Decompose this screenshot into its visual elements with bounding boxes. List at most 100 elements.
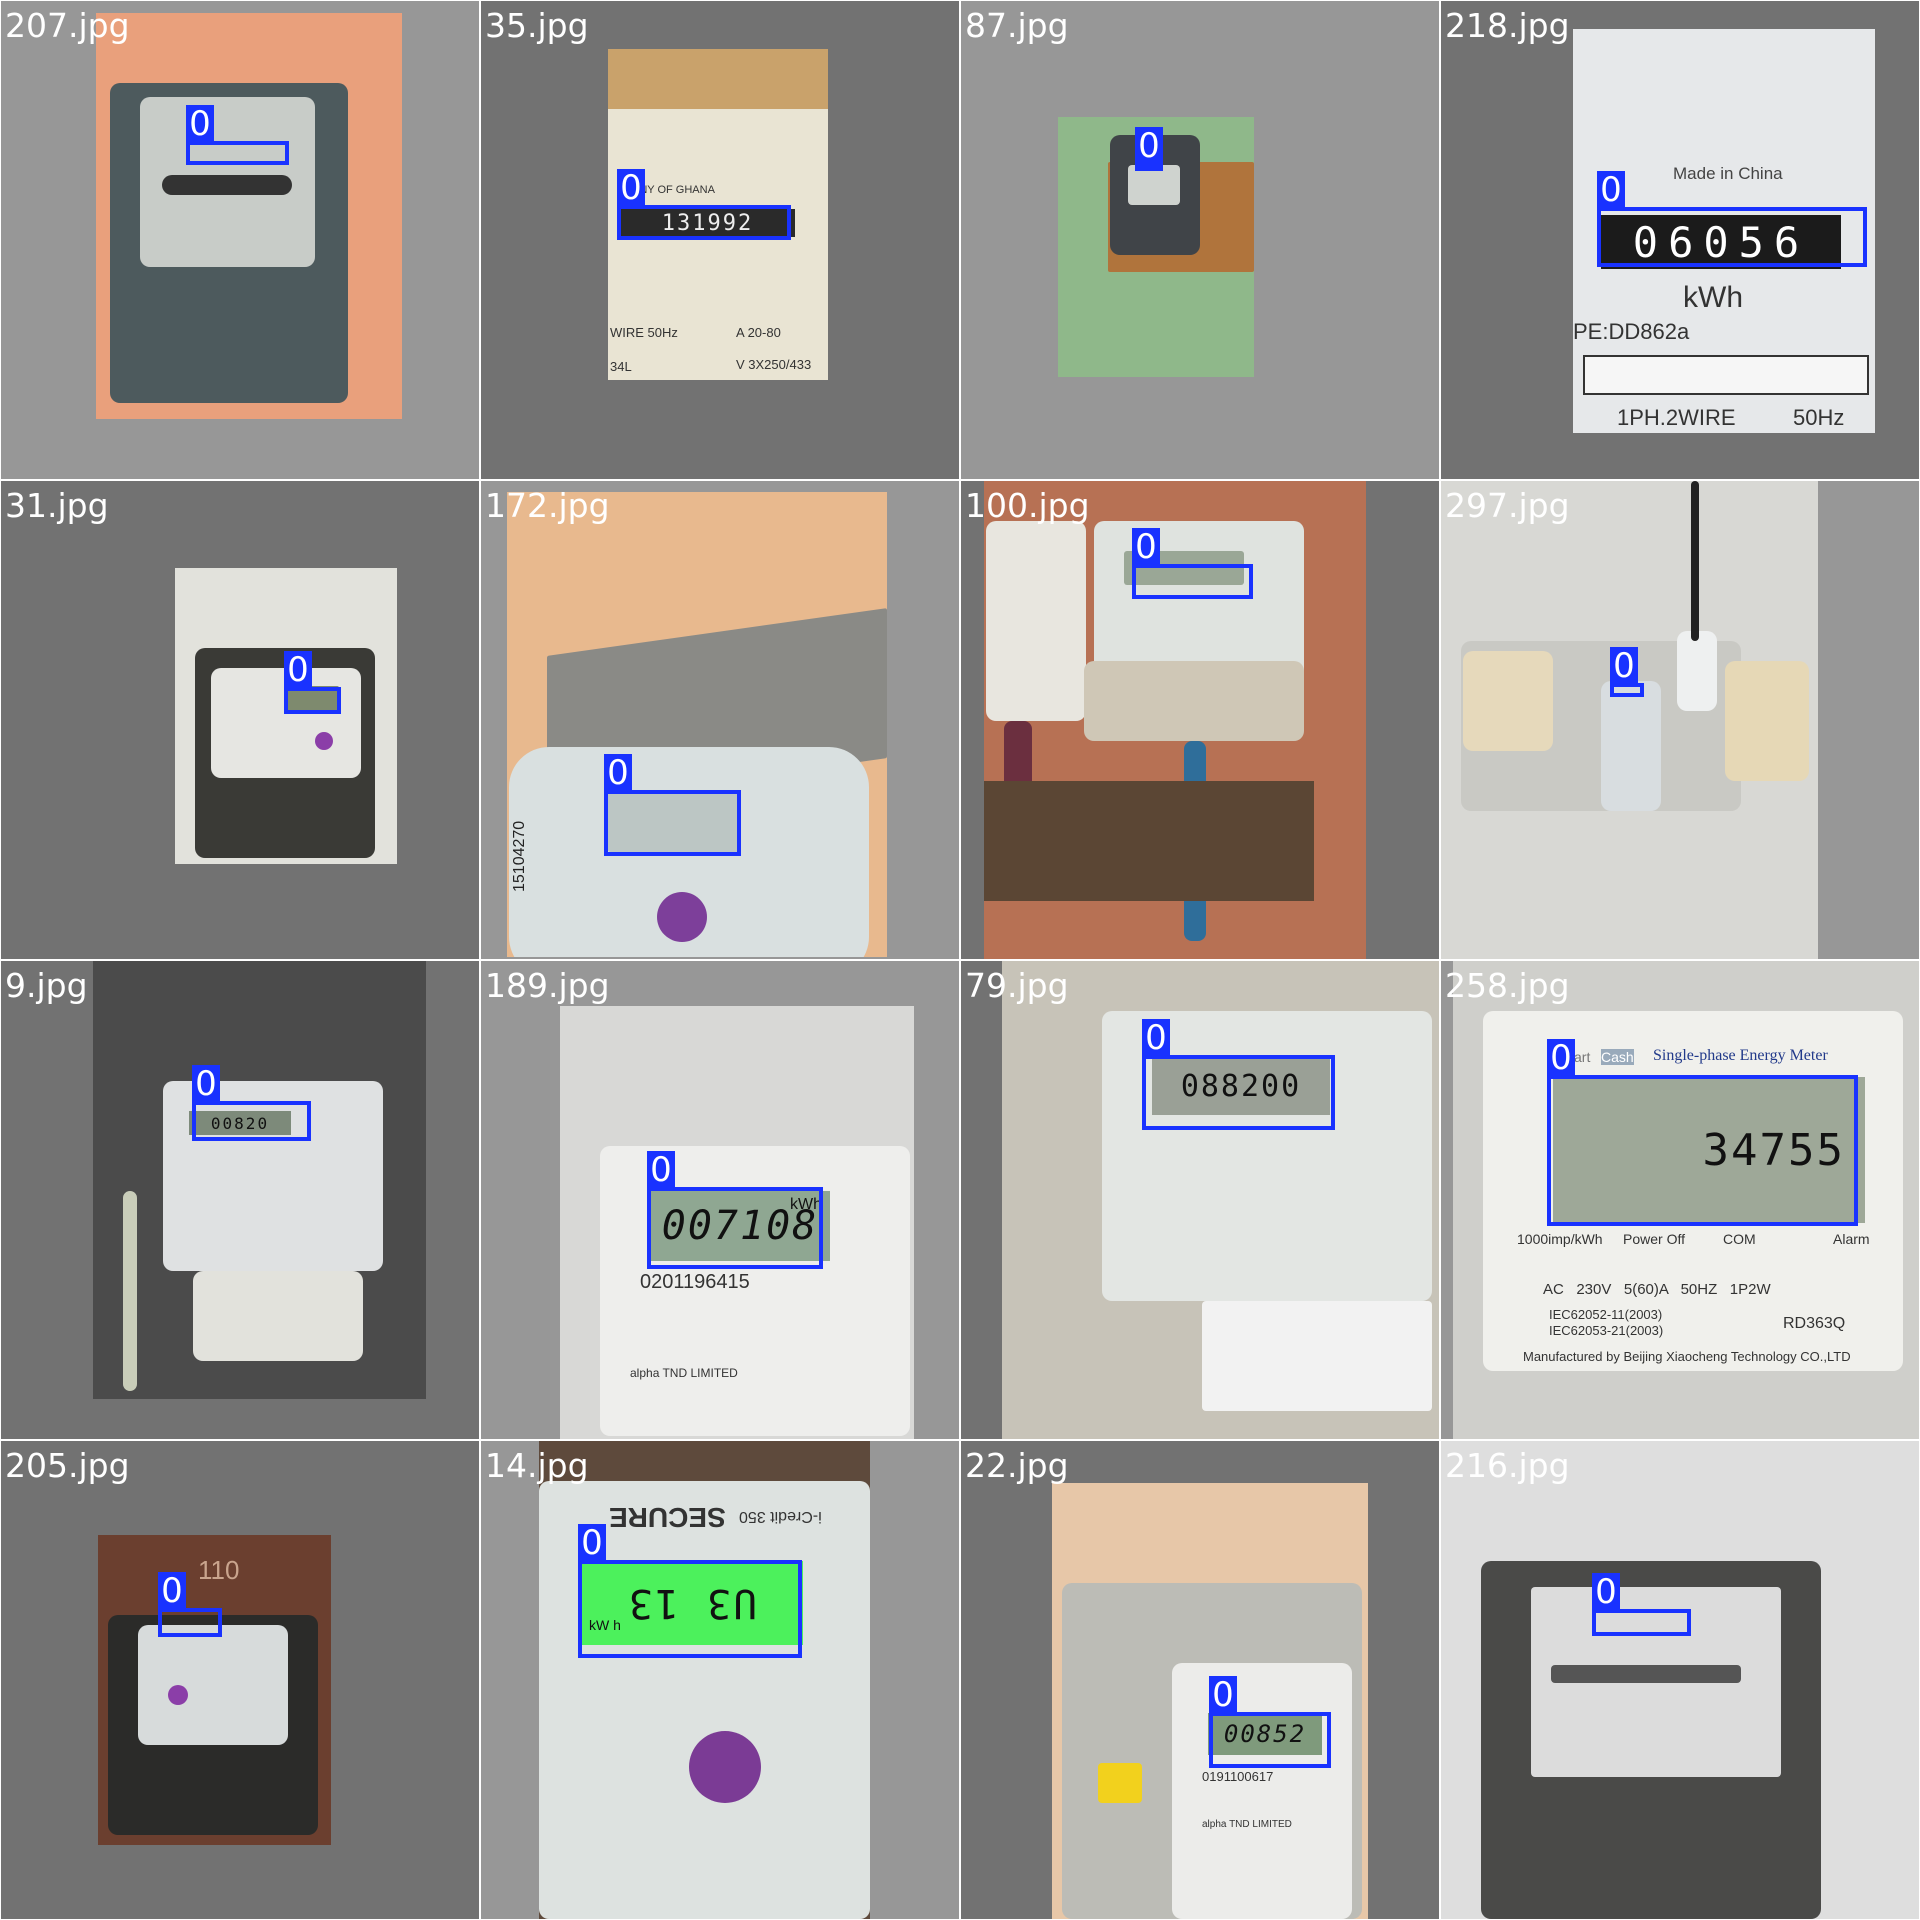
- detection-box: [1142, 1055, 1335, 1130]
- class-label: 0: [647, 1151, 675, 1189]
- maker-text: Manufactured by Beijing Xiaocheng Techno…: [1523, 1349, 1851, 1364]
- code-text: 34L: [610, 359, 632, 374]
- filename-label: 14.jpg: [485, 1446, 589, 1485]
- meter-photo: [175, 568, 397, 864]
- model-text: i-Credit 350: [739, 1508, 822, 1525]
- tile-216: 216.jpg 0: [1441, 1441, 1919, 1919]
- filename-label: 9.jpg: [5, 966, 88, 1005]
- purple-button: [689, 1731, 761, 1803]
- filename-label: 172.jpg: [485, 486, 610, 525]
- filename-label: 207.jpg: [5, 6, 130, 45]
- detection-box: [284, 687, 341, 714]
- filename-label: 22.jpg: [965, 1446, 1069, 1485]
- meter-photo: SECURE i-Credit 350 U3 13 kW h: [539, 1441, 870, 1919]
- box-left: [1463, 651, 1553, 751]
- note-text: 110: [198, 1555, 240, 1585]
- serial-text: 0191100617: [1202, 1769, 1274, 1784]
- box-right: [1725, 661, 1809, 781]
- meter-photo: 15104270: [507, 492, 887, 957]
- tile-14: SECURE i-Credit 350 U3 13 kW h 14.jpg 0: [481, 1441, 959, 1919]
- cable-white: [123, 1191, 137, 1391]
- class-label: 0: [617, 169, 645, 207]
- detection-box: [647, 1187, 823, 1269]
- tile-79: 088200 79.jpg 0: [961, 961, 1439, 1439]
- tile-258: Smart Cash Single-phase Energy Meter 347…: [1441, 961, 1919, 1439]
- standard-text-a: IEC62052-11(2003): [1549, 1307, 1663, 1322]
- filename-label: 87.jpg: [965, 6, 1069, 45]
- serial-text: 15104270: [511, 820, 528, 892]
- tile-172: 15104270 172.jpg 0: [481, 481, 959, 959]
- tile-35: ANY OF GHANA 131992 WIRE 50Hz A 20-80 V …: [481, 1, 959, 479]
- detection-box: [1209, 1712, 1331, 1768]
- class-label: 0: [1547, 1039, 1575, 1077]
- yellow-seal: [1098, 1763, 1142, 1803]
- tile-205: 110 205.jpg 0: [1, 1441, 479, 1919]
- class-label: 0: [578, 1524, 606, 1562]
- class-label: 0: [1597, 171, 1625, 209]
- class-label: 0: [1135, 127, 1163, 165]
- mosaic-grid: 207.jpg 0 ANY OF GHANA 131992 WIRE 50Hz …: [0, 0, 1920, 1920]
- detection-box: [1547, 1075, 1858, 1226]
- filename-label: 31.jpg: [5, 486, 109, 525]
- class-label: 0: [1610, 647, 1638, 685]
- maker-text: alpha TND LIMITED: [630, 1366, 738, 1380]
- purple-button: [657, 892, 707, 942]
- model-text: RD363Q: [1783, 1315, 1846, 1332]
- tile-297: 297.jpg 0: [1441, 481, 1919, 959]
- filename-label: 218.jpg: [1445, 6, 1570, 45]
- alarm-text: Alarm: [1833, 1231, 1870, 1247]
- class-label: 0: [1592, 1573, 1620, 1611]
- volts-text: V 3X250/433: [736, 357, 812, 372]
- disc-window: [1551, 1665, 1741, 1683]
- detection-box: [158, 1608, 222, 1637]
- brand-text-b: Cash: [1601, 1049, 1634, 1065]
- com-text: COM: [1723, 1231, 1756, 1247]
- tile-189: 007108 kWh 0201196415 alpha TND LIMITED …: [481, 961, 959, 1439]
- filename-label: 189.jpg: [485, 966, 610, 1005]
- tile-87: 87.jpg 0: [961, 1, 1439, 479]
- detection-box: [617, 205, 791, 240]
- detection-box: [578, 1560, 802, 1658]
- filename-label: 205.jpg: [5, 1446, 130, 1485]
- cable-black: [1691, 481, 1699, 641]
- meter-photo: 00820: [93, 961, 426, 1399]
- standard-text-b: IEC62053-21(2003): [1549, 1323, 1664, 1338]
- meter-face: [1128, 165, 1180, 205]
- meter-body: [1172, 1663, 1352, 1919]
- filename-label: 297.jpg: [1445, 486, 1570, 525]
- type-text: PE:DD862a: [1573, 319, 1690, 344]
- tile-207: 207.jpg 0: [1, 1, 479, 479]
- class-label: 0: [158, 1572, 186, 1610]
- filename-label: 79.jpg: [965, 966, 1069, 1005]
- qr-sticker: [1202, 1301, 1432, 1411]
- purple-button: [315, 732, 333, 750]
- meter-body: [1601, 681, 1661, 811]
- wood-base: [984, 781, 1314, 901]
- meter-face: [138, 1625, 288, 1745]
- detection-box: [1597, 207, 1867, 267]
- meter-frame-top: [608, 49, 828, 109]
- imp-text: 1000imp/kWh: [1517, 1231, 1603, 1247]
- class-label: 0: [1132, 528, 1160, 566]
- spec-text-a: 1PH.2WIRE: [1617, 405, 1736, 430]
- tile-218: Made in China 06056 kWh PE:DD862a 1PH.2W…: [1441, 1, 1919, 479]
- class-label: 0: [604, 754, 632, 792]
- breaker: [1677, 631, 1717, 711]
- origin-text: Made in China: [1673, 164, 1783, 183]
- filename-label: 216.jpg: [1445, 1446, 1570, 1485]
- maker-text: alpha TND LIMITED: [1202, 1819, 1292, 1830]
- detection-box: [1132, 564, 1253, 599]
- detection-box: [192, 1101, 311, 1141]
- detection-box: [604, 790, 741, 856]
- detection-box: [186, 141, 289, 165]
- meter-photo: 110: [98, 1535, 331, 1845]
- class-label: 0: [186, 105, 214, 143]
- tile-9: 00820 9.jpg 0: [1, 961, 479, 1439]
- breaker: [986, 521, 1086, 721]
- class-label: 0: [1209, 1676, 1237, 1714]
- disc-window: [1583, 355, 1869, 395]
- class-label: 0: [1142, 1019, 1170, 1057]
- tile-31: 31.jpg 0: [1, 481, 479, 959]
- class-label: 0: [192, 1065, 220, 1103]
- terminal-block: [1084, 661, 1304, 741]
